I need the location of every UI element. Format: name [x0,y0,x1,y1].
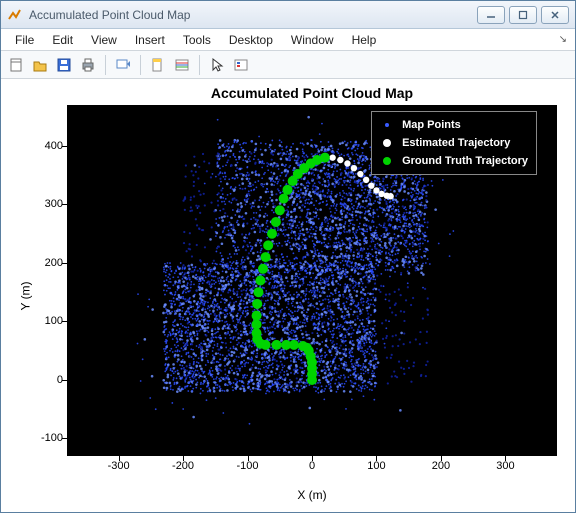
x-tick-label: 300 [496,460,514,526]
open-icon[interactable] [29,54,51,76]
x-tick-label: -200 [172,460,194,526]
y-tick-label: -100 [11,432,63,444]
legend-label: Ground Truth Trajectory [402,155,528,167]
x-tick-label: 0 [309,460,315,526]
legend-label: Estimated Trajectory [402,137,510,149]
y-tick-label: 200 [11,257,63,269]
colorbar-icon[interactable] [171,54,193,76]
window-controls [477,6,569,24]
axes[interactable]: Accumulated Point Cloud Map Y (m) X (m) … [5,83,571,508]
minimize-button[interactable] [477,6,505,24]
legend-swatch-map-points [380,118,394,132]
y-tick-label: 100 [11,315,63,327]
figure-area: Accumulated Point Cloud Map Y (m) X (m) … [1,79,575,512]
plot-area[interactable]: Map Points Estimated Trajectory Ground T… [67,105,557,456]
plot-title: Accumulated Point Cloud Map [67,85,557,101]
y-tick-label: 300 [11,198,63,210]
menu-insert[interactable]: Insert [127,31,173,49]
x-tick-label: 100 [367,460,385,526]
legend-entry-estimated: Estimated Trajectory [380,134,528,152]
insert-legend-icon[interactable] [230,54,252,76]
close-button[interactable] [541,6,569,24]
legend-entry-map-points: Map Points [380,116,528,134]
x-tick-label: 200 [432,460,450,526]
window-title: Accumulated Point Cloud Map [29,8,477,22]
y-axis-label: Y (m) [19,281,33,310]
figure-window: Accumulated Point Cloud Map File Edit Vi… [0,0,576,513]
toolbar-separator [105,55,106,75]
toolbar [1,51,575,79]
toolbar-separator [199,55,200,75]
new-figure-icon[interactable] [5,54,27,76]
toolbar-separator [140,55,141,75]
menu-file[interactable]: File [7,31,42,49]
data-cursor-icon[interactable] [147,54,169,76]
menu-help[interactable]: Help [344,31,385,49]
menu-desktop[interactable]: Desktop [221,31,281,49]
menu-window[interactable]: Window [283,31,342,49]
dock-corner-icon[interactable]: ↘ [559,34,569,45]
pointer-icon[interactable] [206,54,228,76]
x-tick-label: -300 [108,460,130,526]
print-icon[interactable] [77,54,99,76]
save-icon[interactable] [53,54,75,76]
legend-entry-ground-truth: Ground Truth Trajectory [380,152,528,170]
link-icon[interactable] [112,54,134,76]
legend-label: Map Points [402,119,461,131]
menu-edit[interactable]: Edit [44,31,81,49]
x-tick-label: -100 [237,460,259,526]
menu-view[interactable]: View [83,31,125,49]
titlebar: Accumulated Point Cloud Map [1,1,575,29]
menu-tools[interactable]: Tools [175,31,219,49]
menubar: File Edit View Insert Tools Desktop Wind… [1,29,575,51]
y-tick-label: 0 [11,374,63,386]
y-tick-label: 400 [11,140,63,152]
legend[interactable]: Map Points Estimated Trajectory Ground T… [371,111,537,175]
maximize-button[interactable] [509,6,537,24]
legend-swatch-estimated [380,136,394,150]
legend-swatch-ground-truth [380,154,394,168]
matlab-icon [7,7,23,23]
